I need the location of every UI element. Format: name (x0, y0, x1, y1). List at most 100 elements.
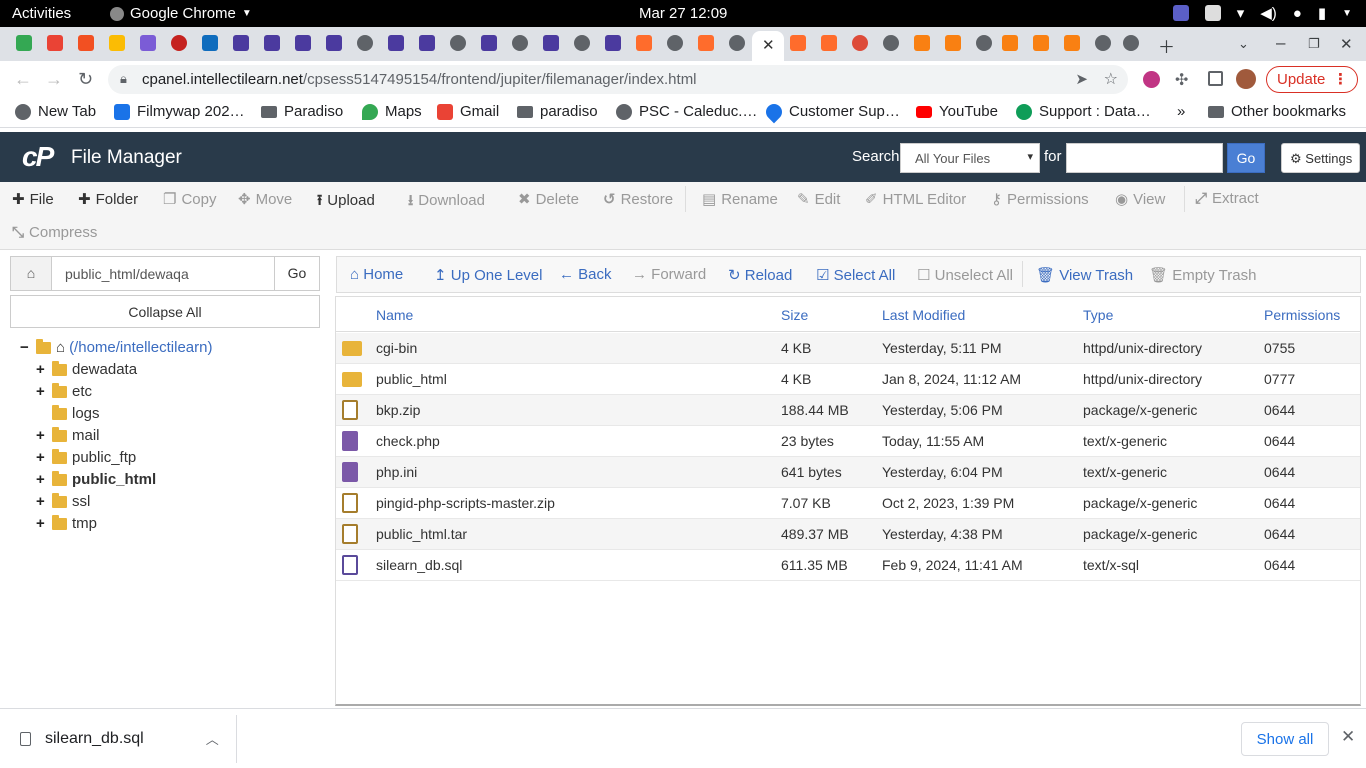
column-header-type[interactable]: Type (1083, 307, 1113, 323)
chrome-icon[interactable] (1123, 35, 1139, 51)
compress-button[interactable]: ⤡ Compress (12, 224, 97, 241)
avatar[interactable] (1236, 69, 1256, 89)
permissions-button[interactable]: ⚷ Permissions (991, 190, 1089, 208)
gmail-icon[interactable] (47, 35, 63, 51)
tab-favicon-icon[interactable] (605, 35, 621, 51)
moodle-icon[interactable] (1002, 35, 1018, 51)
extension-icon[interactable] (1143, 71, 1160, 88)
bookmark-psc[interactable]: PSC - Caleduc.… (616, 103, 757, 120)
new-folder-button[interactable]: ✚ Folder (78, 190, 138, 208)
moodle-icon[interactable] (914, 35, 930, 51)
other-bookmarks[interactable]: Other bookmarks (1208, 103, 1346, 120)
window-close-icon[interactable]: ✕ (1340, 35, 1353, 53)
system-tray[interactable]: ▾ ◀) ● ▮ ▼ (1172, 4, 1352, 22)
bookmark-gmail[interactable]: Gmail (437, 103, 499, 120)
nav-back-button[interactable]: ← Back (559, 266, 612, 283)
globe-icon[interactable] (357, 35, 373, 51)
cpanel-logo[interactable]: cP (22, 141, 54, 173)
globe-icon[interactable] (667, 35, 683, 51)
table-row[interactable]: cgi-bin 4 KB Yesterday, 5:11 PM httpd/un… (336, 333, 1360, 364)
tab-favicon-icon[interactable] (326, 35, 342, 51)
globe-icon[interactable] (976, 35, 992, 51)
drive-icon[interactable] (16, 35, 32, 51)
table-row[interactable]: public_html 4 KB Jan 8, 2024, 11:12 AM h… (336, 364, 1360, 395)
table-row[interactable]: php.ini 641 bytes Yesterday, 6:04 PM tex… (336, 457, 1360, 488)
column-header-name[interactable]: Name (376, 307, 413, 323)
puzzle-icon[interactable]: ✣ (1175, 70, 1188, 90)
activities-button[interactable]: Activities (12, 5, 71, 22)
bookmark-paradiso-folder[interactable]: Paradiso (261, 103, 343, 120)
tab-favicon-icon[interactable] (388, 35, 404, 51)
table-row[interactable]: public_html.tar 489.37 MB Yesterday, 4:3… (336, 519, 1360, 550)
share-icon[interactable]: ➤ (1075, 70, 1088, 88)
column-header-last-modified[interactable]: Last Modified (882, 307, 965, 323)
bookmark-filmywap[interactable]: Filmywap 202… (114, 103, 245, 120)
tab-favicon-icon[interactable] (264, 35, 280, 51)
nav-forward-button[interactable]: → Forward (632, 266, 706, 283)
moodle-icon[interactable] (1033, 35, 1049, 51)
chevron-up-icon[interactable]: ︿ (206, 729, 219, 748)
column-header-size[interactable]: Size (781, 307, 808, 323)
expand-toggle-icon[interactable]: + (36, 449, 52, 466)
side-panel-icon[interactable] (1208, 71, 1223, 86)
globe-icon[interactable] (512, 35, 528, 51)
tree-item-ssl[interactable]: + ssl (36, 492, 90, 510)
upload-button[interactable]: ⭱ Upload (317, 190, 375, 215)
up-one-level-button[interactable]: ↥ Up One Level (434, 266, 542, 284)
expand-toggle-icon[interactable]: + (36, 361, 52, 378)
new-file-button[interactable]: ✚ File (12, 190, 54, 208)
bookmark-youtube[interactable]: YouTube (916, 103, 998, 120)
star-icon[interactable]: ☆ (1104, 69, 1118, 89)
close-icon[interactable]: ✕ (762, 36, 775, 54)
search-input[interactable] (1066, 143, 1223, 173)
reload-button[interactable]: ↻ Reload (728, 266, 792, 284)
restore-icon[interactable]: ❐ (1308, 36, 1320, 52)
tree-item-tmp[interactable]: + tmp (36, 514, 97, 532)
cpanel-icon[interactable] (821, 35, 837, 51)
tree-root[interactable]: − ⌂ (/home/intellectilearn) (20, 338, 212, 356)
forward-arrow-icon[interactable]: → (45, 69, 63, 90)
reload-icon[interactable]: ↻ (78, 69, 93, 90)
delete-button[interactable]: ✖ Delete (518, 190, 579, 208)
teams-icon[interactable] (1172, 5, 1189, 21)
mic-icon[interactable]: ● (1293, 5, 1302, 22)
download-item[interactable]: silearn_db.sql ︿ (20, 729, 219, 748)
expand-toggle-icon[interactable]: + (36, 471, 52, 488)
omnibox[interactable]: 🔒︎ cpanel.intellectilearn.net/cpsess5147… (108, 65, 1128, 94)
clipboard-icon[interactable] (1204, 5, 1221, 21)
app-menu[interactable]: Google Chrome ▼ (110, 5, 252, 22)
move-button[interactable]: ✥ Move (238, 190, 292, 208)
tab-favicon-icon[interactable] (171, 35, 187, 51)
column-header-permissions[interactable]: Permissions (1264, 307, 1340, 323)
table-row[interactable]: pingid-php-scripts-master.zip 7.07 KB Oc… (336, 488, 1360, 519)
clock[interactable]: Mar 27 12:09 (639, 5, 727, 22)
cpanel-icon[interactable] (790, 35, 806, 51)
tab-favicon-icon[interactable] (852, 35, 868, 51)
download-button[interactable]: ⭳ Download (408, 190, 485, 215)
globe-icon[interactable] (729, 35, 745, 51)
tab-favicon-icon[interactable] (109, 35, 125, 51)
tree-item-public-html[interactable]: + public_html (36, 470, 156, 488)
bookmark-maps[interactable]: Maps (362, 103, 422, 120)
tab-search-icon[interactable]: ⌄ (1238, 36, 1249, 52)
update-button[interactable]: Update ⋮ (1266, 66, 1358, 93)
microsoft-icon[interactable] (78, 35, 94, 51)
tab-favicon-icon[interactable] (481, 35, 497, 51)
bookmark-paradiso-lower[interactable]: paradiso (517, 103, 598, 120)
back-arrow-icon[interactable]: ← (14, 69, 32, 90)
cpanel-icon[interactable] (698, 35, 714, 51)
table-row[interactable]: check.php 23 bytes Today, 11:55 AM text/… (336, 426, 1360, 457)
path-go-button[interactable]: Go (274, 257, 319, 290)
collapse-toggle-icon[interactable]: − (20, 339, 36, 356)
tree-item-logs[interactable]: logs (52, 404, 100, 422)
edit-button[interactable]: ✎ Edit (797, 190, 840, 208)
unselect-all-button[interactable]: ☐ Unselect All (917, 266, 1013, 284)
lock-icon[interactable]: 🔒︎ (120, 71, 127, 87)
chrome-icon[interactable] (883, 35, 899, 51)
tree-item-public-ftp[interactable]: + public_ftp (36, 448, 136, 466)
bookmarks-overflow[interactable]: » (1177, 103, 1185, 120)
settings-button[interactable]: ⚙ Settings (1281, 143, 1360, 173)
search-scope-select[interactable]: All Your Files ▾ (900, 143, 1040, 173)
tab-favicon-icon[interactable] (419, 35, 435, 51)
active-tab[interactable]: ✕ (752, 31, 784, 61)
